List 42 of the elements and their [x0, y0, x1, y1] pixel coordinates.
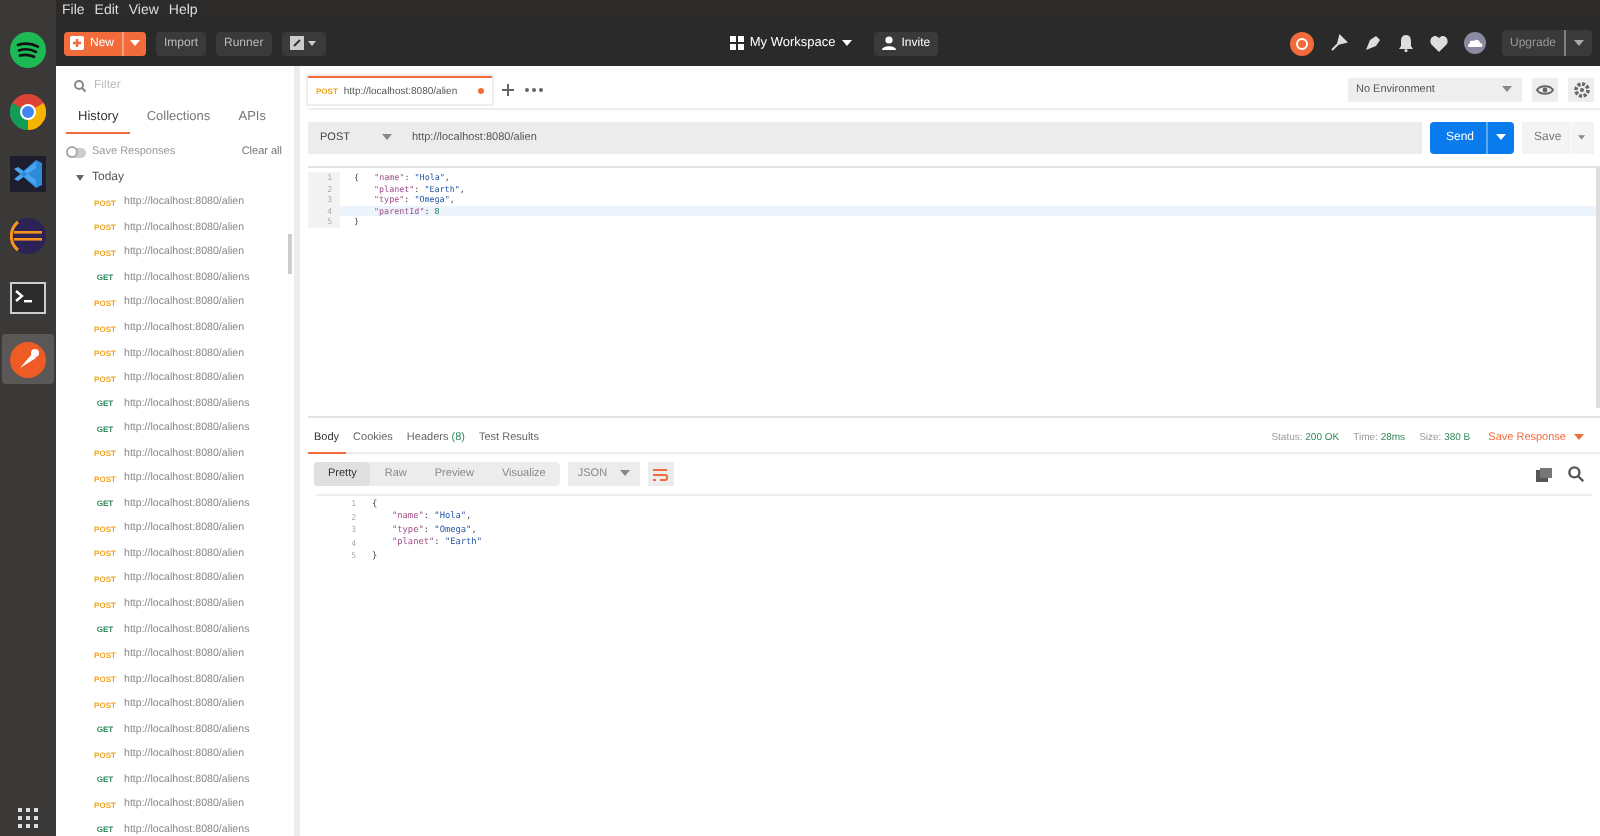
- caret-icon: [1578, 133, 1586, 141]
- settings-button[interactable]: [1568, 78, 1594, 102]
- caret-icon: [1574, 39, 1585, 47]
- wrap-button[interactable]: [647, 462, 674, 486]
- bell-icon[interactable]: [1398, 34, 1414, 52]
- sync-icon[interactable]: [1290, 31, 1314, 55]
- caret-icon: [1574, 434, 1584, 442]
- person-icon: [881, 36, 896, 50]
- scrollbar[interactable]: [288, 234, 292, 274]
- caret-icon: [1496, 133, 1506, 141]
- search-icon: [74, 80, 86, 92]
- avatar-icon[interactable]: [1464, 32, 1486, 54]
- apps-grid-icon[interactable]: [18, 808, 38, 828]
- settings-icon: [1573, 82, 1589, 98]
- browser-app-icon: [10, 93, 46, 129]
- add-tab-icon[interactable]: [502, 84, 514, 96]
- plus-icon: [70, 36, 84, 50]
- new-window-button[interactable]: [281, 31, 326, 55]
- unsaved-dot: [478, 88, 484, 94]
- terminal-app-icon: [10, 279, 46, 315]
- search-icon[interactable]: [1568, 466, 1584, 482]
- caret-icon[interactable]: [76, 174, 84, 182]
- toggle-switch[interactable]: [66, 147, 86, 157]
- more-icon[interactable]: [524, 86, 544, 94]
- window-icon: [289, 36, 318, 50]
- scrollbar[interactable]: [1596, 168, 1600, 408]
- wrap-lines-icon: [652, 467, 669, 481]
- caret-icon: [1502, 86, 1512, 94]
- music-app-icon: [10, 31, 46, 67]
- caret-icon: [130, 39, 140, 47]
- grid-icon: [729, 36, 744, 50]
- code-editor-app-icon: [10, 155, 46, 191]
- eye-icon: [1536, 84, 1554, 96]
- copy-icon[interactable]: [1536, 467, 1552, 481]
- ide-app-icon: [10, 217, 46, 253]
- eye-button[interactable]: [1532, 78, 1558, 102]
- heart-icon[interactable]: [1430, 35, 1448, 51]
- postman-app-icon: [10, 341, 46, 377]
- caret-icon: [382, 133, 392, 141]
- caret-icon: [841, 39, 852, 47]
- caret-icon: [619, 470, 630, 478]
- dock-app[interactable]: [2, 334, 54, 384]
